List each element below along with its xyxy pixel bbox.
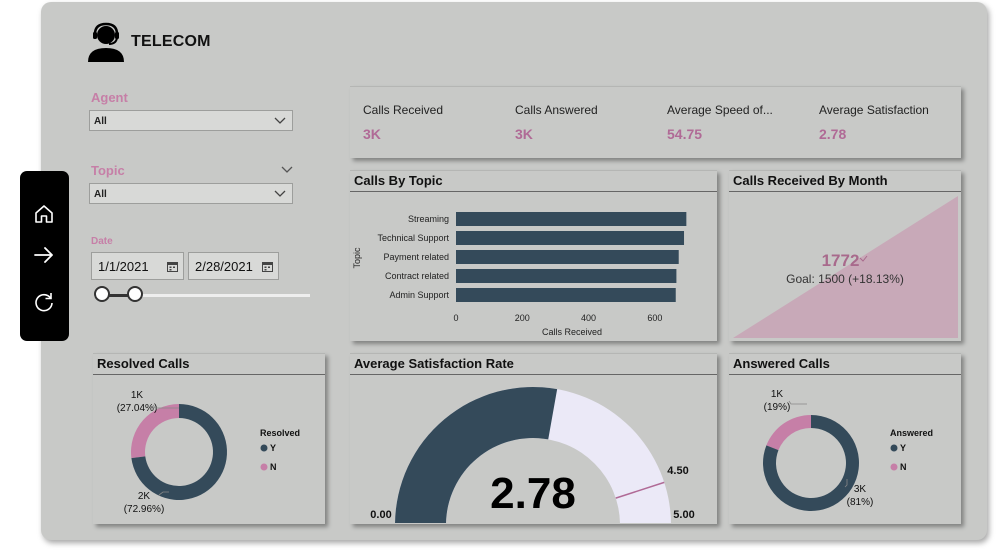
legend-label: N bbox=[900, 462, 907, 472]
date-slider-end-handle[interactable] bbox=[127, 286, 143, 302]
kpi-value: 3K bbox=[515, 126, 533, 142]
home-icon[interactable] bbox=[31, 201, 57, 227]
legend-label: Y bbox=[900, 443, 906, 453]
slice-percent-label: (81%) bbox=[847, 497, 874, 508]
x-tick-label: 600 bbox=[647, 313, 662, 323]
agent-filter-label: Agent bbox=[91, 90, 128, 105]
gauge-value-label: 2.78 bbox=[490, 469, 576, 518]
slice-percent-label: (19%) bbox=[764, 402, 791, 413]
bar bbox=[456, 288, 676, 302]
bar-category-label: Technical Support bbox=[377, 233, 449, 243]
satisfaction-gauge: 2.78 0.00 5.00 4.50 bbox=[370, 387, 695, 523]
refresh-icon[interactable] bbox=[31, 289, 57, 315]
card-title: Answered Calls bbox=[729, 354, 961, 375]
card-title: Average Satisfaction Rate bbox=[350, 354, 717, 375]
kpi-label: Average Speed of... bbox=[667, 103, 773, 117]
calendar-icon[interactable] bbox=[262, 261, 273, 272]
kpi-value: 3K bbox=[363, 126, 381, 142]
legend-marker bbox=[890, 444, 898, 452]
legend-marker bbox=[260, 444, 268, 452]
x-tick-label: 200 bbox=[515, 313, 530, 323]
answered-calls-card: Answered Calls 1K (19%) 3K (81%) Answered Y N bbox=[729, 353, 961, 524]
slice-percent-label: (72.96%) bbox=[124, 504, 165, 515]
app-title: TELECOM bbox=[131, 33, 211, 50]
satisfaction-gauge-card: Average Satisfaction Rate 2.78 0.00 5.00 4.… bbox=[350, 353, 717, 524]
navigation-toolbar bbox=[20, 171, 69, 341]
slice-value-label: 1K bbox=[771, 389, 784, 400]
chevron-down-icon bbox=[274, 117, 286, 124]
date-slider-start-handle[interactable] bbox=[94, 286, 110, 302]
chevron-down-icon bbox=[274, 190, 286, 197]
kpi-card: Calls Received 3K Calls Answered 3K Aver… bbox=[350, 86, 961, 158]
agent-dropdown-value: All bbox=[94, 116, 107, 127]
card-title: Calls Received By Month bbox=[729, 171, 961, 192]
gauge-max-label: 5.00 bbox=[673, 509, 694, 521]
slice-value-label: 2K bbox=[138, 491, 151, 502]
kpi-label: Average Satisfaction bbox=[819, 103, 929, 117]
card-title: Resolved Calls bbox=[93, 354, 325, 375]
topic-dropdown[interactable]: All bbox=[89, 183, 293, 204]
legend-title: Resolved bbox=[260, 428, 300, 438]
x-tick-label: 0 bbox=[453, 313, 458, 323]
calls-by-month-value: 1772 bbox=[821, 251, 860, 270]
slice-percent-label: (27.04%) bbox=[117, 403, 158, 414]
date-filter-label: Date bbox=[91, 236, 113, 247]
check-icon bbox=[860, 255, 868, 262]
bar-category-label: Contract related bbox=[385, 271, 449, 281]
gauge-min-label: 0.00 bbox=[370, 509, 391, 521]
resolved-calls-card: Resolved Calls 1K (27.04%) 2K (72.96%) Resol… bbox=[93, 353, 325, 524]
bar-category-label: Payment related bbox=[383, 252, 449, 262]
start-date-input[interactable]: 1/1/2021 bbox=[91, 252, 184, 280]
x-tick-label: 400 bbox=[581, 313, 596, 323]
calls-by-month-goal: Goal: 1500 (+18.13%) bbox=[786, 272, 904, 286]
topic-filter-label: Topic bbox=[91, 163, 125, 178]
topic-dropdown-value: All bbox=[94, 189, 107, 200]
kpi-value: 54.75 bbox=[667, 126, 703, 142]
answered-calls-donut: 1K (19%) 3K (81%) Answered YN bbox=[763, 389, 933, 511]
y-axis-label: Topic bbox=[352, 247, 362, 269]
resolved-calls-donut: 1K (27.04%) 2K (72.96%) Resolved YN bbox=[117, 390, 300, 515]
kpi-label: Calls Received bbox=[363, 103, 444, 117]
x-axis-label: Calls Received bbox=[542, 327, 602, 337]
start-date-value: 1/1/2021 bbox=[98, 259, 149, 274]
slice-value-label: 3K bbox=[854, 484, 867, 495]
card-title: Calls By Topic bbox=[350, 171, 717, 192]
legend-label: Y bbox=[270, 443, 276, 453]
calendar-icon[interactable] bbox=[167, 261, 178, 272]
bar bbox=[456, 231, 685, 245]
kpi-value: 2.78 bbox=[819, 126, 847, 142]
bar-category-label: Streaming bbox=[408, 214, 449, 224]
bar bbox=[456, 212, 687, 226]
calls-by-topic-chart: Streaming Technical Support Payment relate… bbox=[352, 212, 687, 337]
calls-by-topic-card: Calls By Topic Streaming Technical Suppor… bbox=[350, 170, 717, 341]
legend-label: N bbox=[270, 462, 277, 472]
legend-marker bbox=[890, 463, 898, 471]
headset-agent-icon bbox=[88, 22, 124, 62]
calls-by-month-value-row: 1772 bbox=[729, 251, 961, 271]
donut-slice bbox=[766, 415, 811, 451]
legend-title: Answered bbox=[890, 428, 933, 438]
leader-line bbox=[788, 400, 807, 405]
arrow-right-icon[interactable] bbox=[31, 242, 57, 268]
slice-value-label: 1K bbox=[131, 390, 144, 401]
bar bbox=[456, 250, 679, 264]
calls-by-month-card: Calls Received By Month 1772 Goal: 1500 … bbox=[729, 170, 961, 341]
chevron-down-icon[interactable] bbox=[281, 163, 293, 175]
bar-category-label: Admin Support bbox=[389, 290, 449, 300]
kpi-label: Calls Answered bbox=[515, 103, 598, 117]
bar bbox=[456, 269, 677, 283]
legend-marker bbox=[260, 463, 268, 471]
gauge-target-label: 4.50 bbox=[667, 465, 688, 477]
end-date-input[interactable]: 2/28/2021 bbox=[188, 252, 279, 280]
agent-dropdown[interactable]: All bbox=[89, 110, 293, 131]
end-date-value: 2/28/2021 bbox=[195, 259, 253, 274]
